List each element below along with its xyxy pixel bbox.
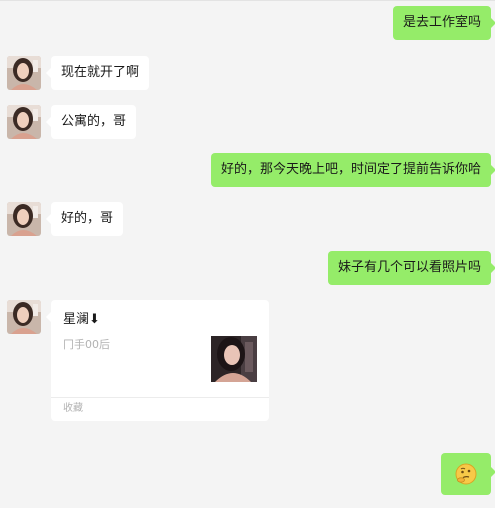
card-thumbnail-image	[211, 336, 257, 382]
incoming-message-bubble[interactable]: 公寓的，哥	[45, 105, 137, 139]
thinking-face-emoji-icon	[455, 463, 477, 485]
incoming-message-bubble[interactable]: 现在就开了啊	[45, 56, 150, 90]
message-text: 妹子有几个可以看照片吗	[337, 260, 481, 275]
avatar-image	[7, 202, 41, 236]
outgoing-message-bubble[interactable]: 是去工作室吗	[392, 6, 495, 40]
card-title: 星澜⬇	[63, 312, 100, 327]
card-divider	[51, 397, 269, 398]
window-top-border	[0, 0, 495, 1]
message-text: 现在就开了啊	[61, 65, 140, 80]
message-text: 好的，哥	[61, 211, 114, 226]
favorite-card-message[interactable]: 星澜⬇ 冂手00后 收藏	[46, 300, 269, 421]
message-text: 公寓的，哥	[61, 114, 127, 129]
message-text: 是去工作室吗	[402, 15, 481, 30]
contact-avatar[interactable]	[7, 56, 41, 90]
incoming-message-bubble[interactable]: 好的，哥	[45, 202, 124, 236]
contact-avatar[interactable]	[7, 105, 41, 139]
outgoing-message-bubble[interactable]: 好的，那今天晚上吧，时间定了提前告诉你哈	[210, 153, 495, 187]
card-source-label: 收藏	[63, 403, 83, 414]
avatar-image	[7, 56, 41, 90]
message-text: 好的，那今天晚上吧，时间定了提前告诉你哈	[220, 162, 481, 177]
avatar-image	[7, 105, 41, 139]
avatar-image	[7, 300, 41, 334]
outgoing-emoji-bubble[interactable]	[441, 453, 495, 495]
contact-avatar[interactable]	[7, 202, 41, 236]
card-subtitle: 冂手00后	[63, 338, 110, 351]
outgoing-message-bubble[interactable]: 妹子有几个可以看照片吗	[327, 251, 495, 285]
contact-avatar[interactable]	[7, 300, 41, 334]
